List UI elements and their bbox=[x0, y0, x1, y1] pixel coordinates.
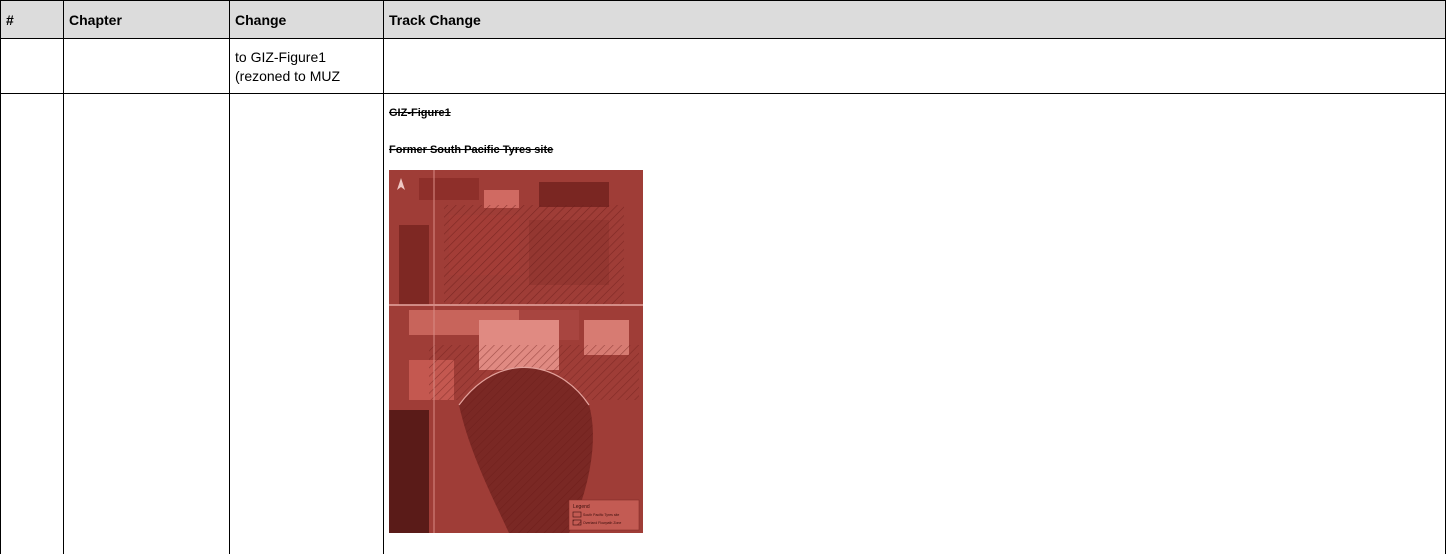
map-legend-title: Legend bbox=[573, 504, 590, 510]
cell-track-change: GIZ-Figure1 Former South Pacific Tyres s… bbox=[383, 93, 1446, 554]
table-row: GIZ-Figure1 Former South Pacific Tyres s… bbox=[0, 93, 1446, 554]
aerial-map-image: Legend South Pacific Tyres site Overland… bbox=[389, 170, 643, 533]
change-text-line2: (rezoned to MUZ bbox=[235, 68, 341, 84]
cell-chapter bbox=[63, 38, 230, 94]
cell-number bbox=[0, 93, 64, 554]
change-text-line1: to GIZ-Figure1 bbox=[235, 49, 327, 65]
map-legend-item2: Overland Flowpath Zone bbox=[583, 521, 621, 525]
table-row: to GIZ-Figure1 (rezoned to MUZ bbox=[0, 38, 1446, 94]
header-number: # bbox=[0, 0, 64, 39]
cell-change bbox=[229, 93, 384, 554]
header-change: Change bbox=[229, 0, 384, 39]
header-chapter: Chapter bbox=[63, 0, 230, 39]
map-legend-item1: South Pacific Tyres site bbox=[583, 513, 619, 517]
cell-number bbox=[0, 38, 64, 94]
header-track-change: Track Change bbox=[383, 0, 1446, 39]
cell-change: to GIZ-Figure1 (rezoned to MUZ bbox=[229, 38, 384, 94]
cell-chapter bbox=[63, 93, 230, 554]
cell-track-change bbox=[383, 38, 1446, 94]
figure-title-deleted: GIZ-Figure1 bbox=[389, 107, 451, 119]
table-header-row: # Chapter Change Track Change bbox=[0, 0, 1446, 39]
figure-subtitle-deleted: Former South Pacific Tyres site bbox=[389, 144, 554, 156]
track-change-table: # Chapter Change Track Change to GIZ-Fig… bbox=[0, 0, 1446, 554]
